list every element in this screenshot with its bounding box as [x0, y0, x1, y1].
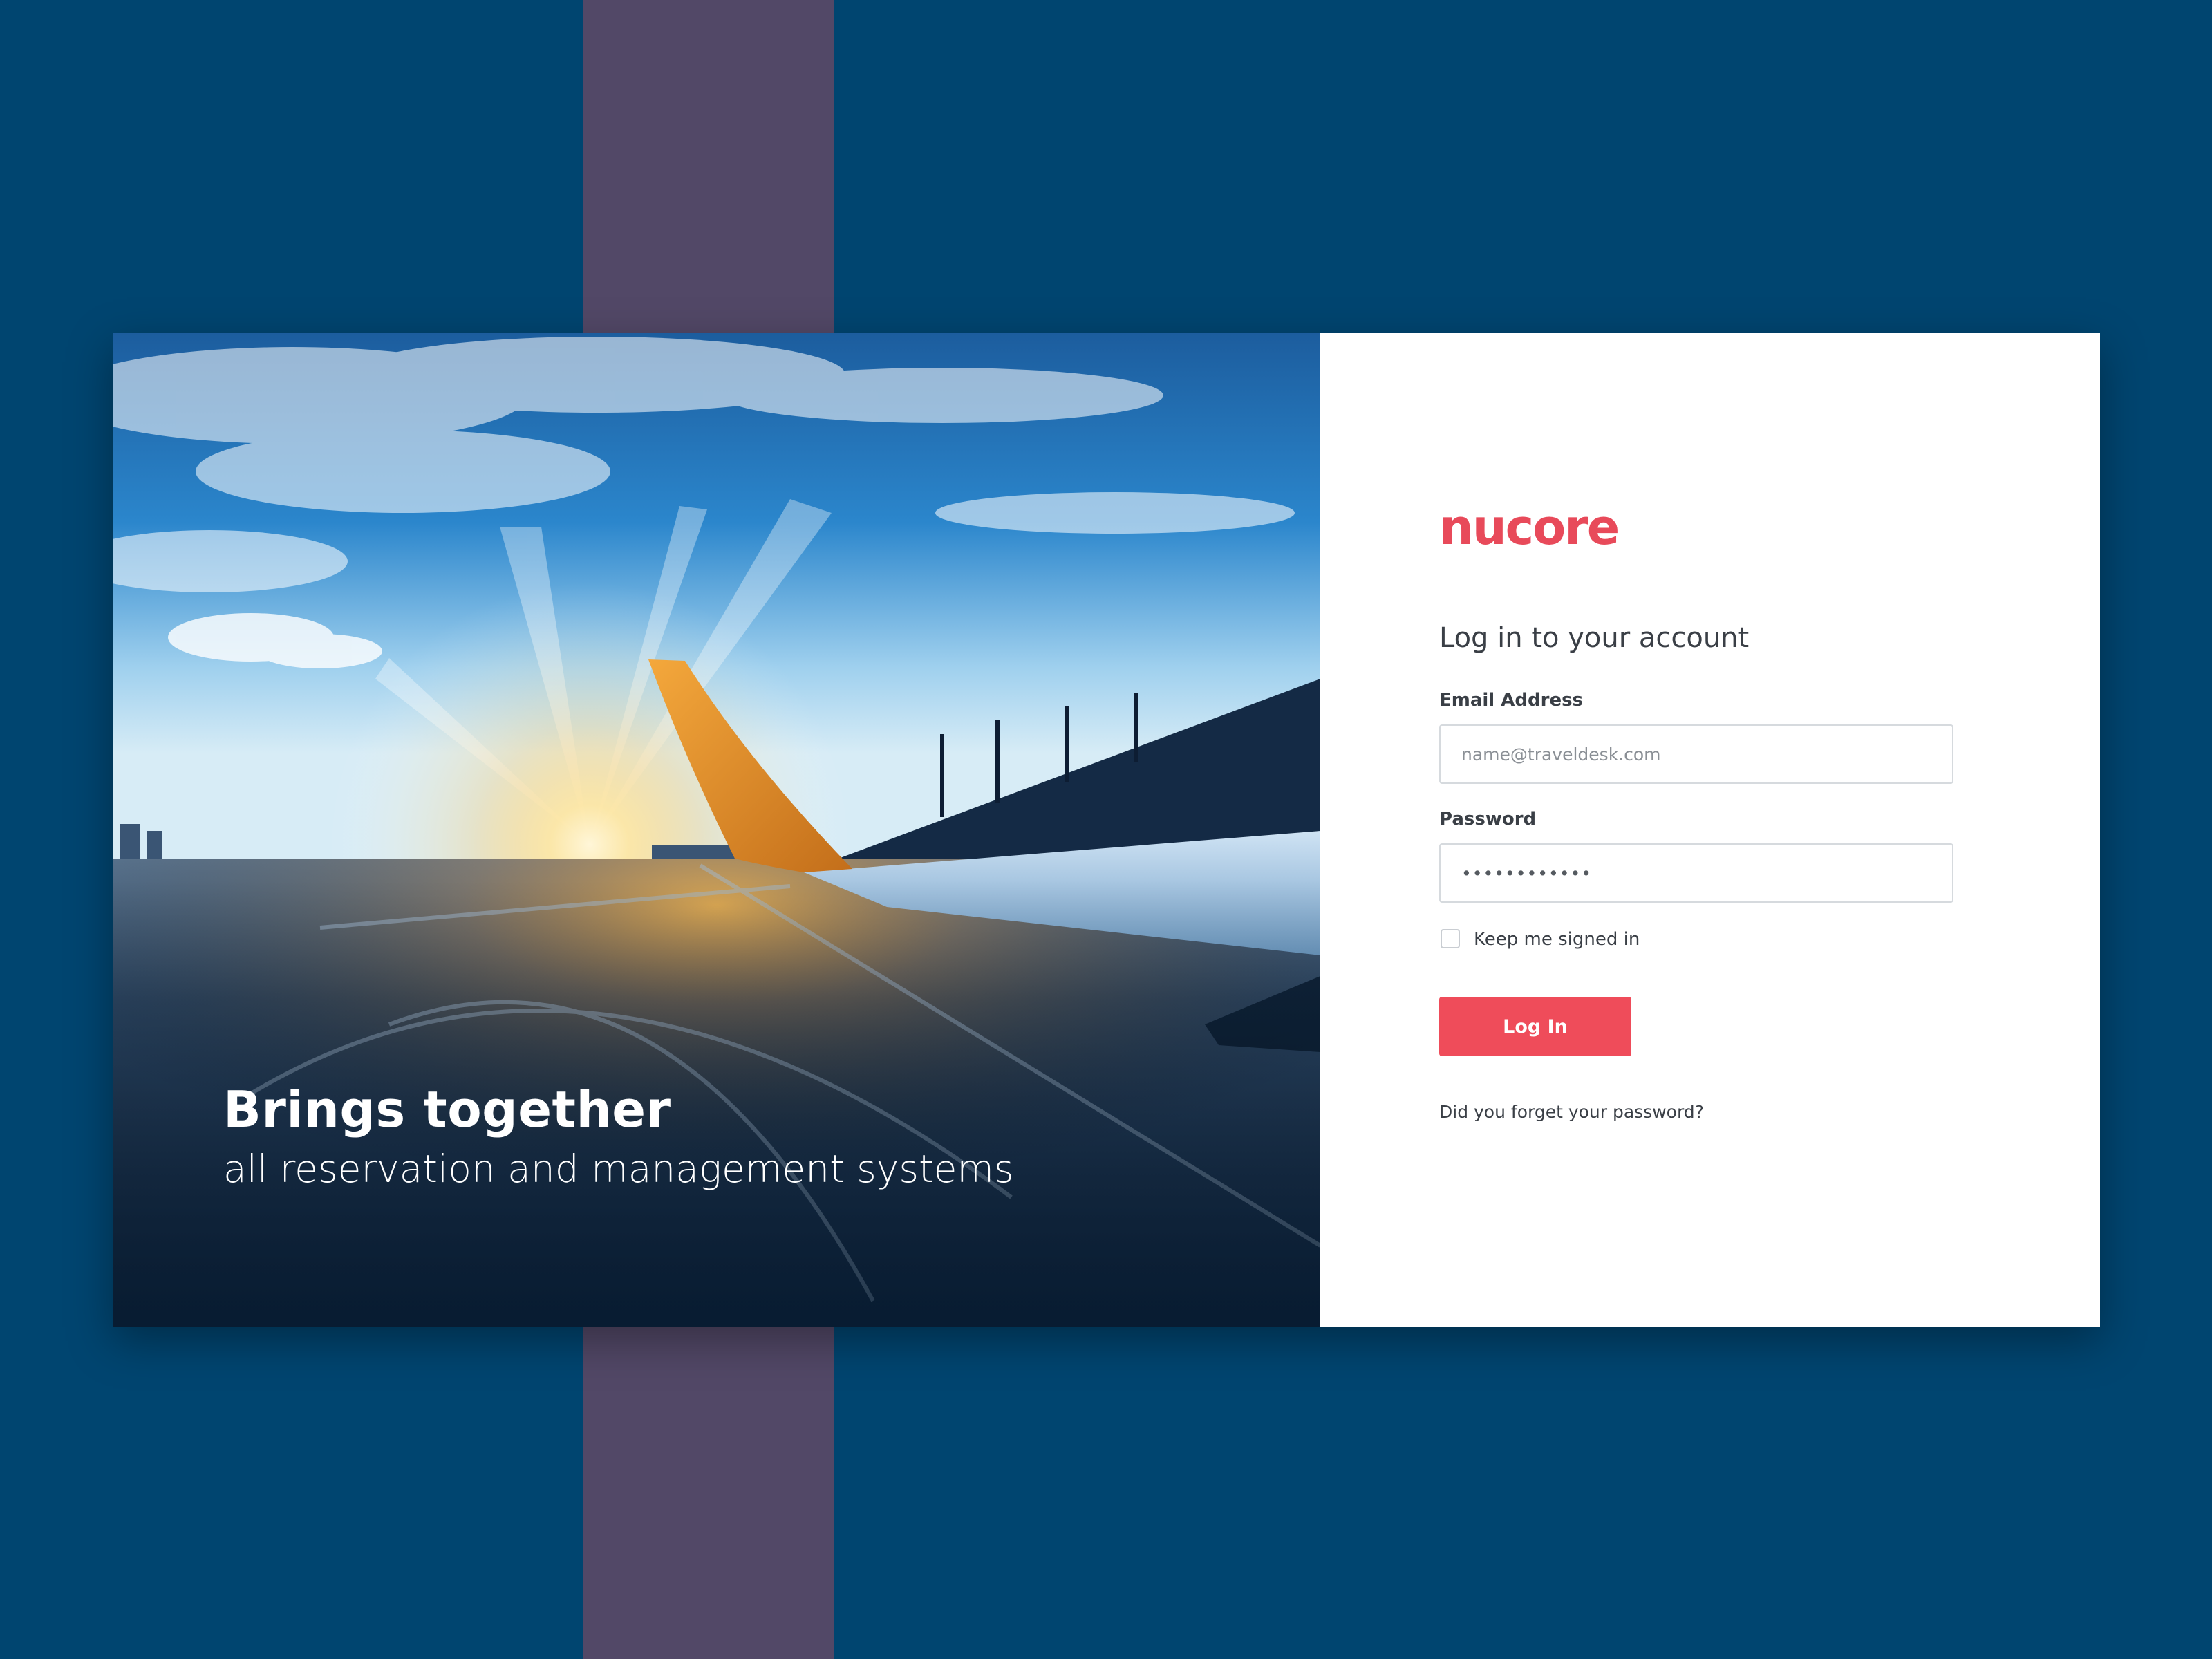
password-label: Password	[1439, 809, 1537, 830]
keep-signed-in-label[interactable]: Keep me signed in	[1474, 929, 1640, 950]
keep-signed-in-checkbox[interactable]	[1441, 929, 1460, 948]
login-heading: Log in to your account	[1439, 622, 1750, 654]
login-panel: nucore Log in to your account Email Addr…	[1320, 333, 2100, 1327]
hero-panel: Brings together all reservation and mana…	[113, 333, 1320, 1327]
hero-subtitle: all reservation and management systems	[223, 1147, 1014, 1192]
login-card: Brings together all reservation and mana…	[113, 333, 2100, 1327]
password-input[interactable]	[1439, 843, 1953, 903]
email-label: Email Address	[1439, 690, 1584, 711]
nucore-logo: nucore	[1439, 499, 1620, 556]
login-button[interactable]: Log In	[1439, 997, 1631, 1056]
hero-title: Brings together	[223, 1080, 671, 1138]
hero-text: Brings together all reservation and mana…	[223, 1080, 1014, 1194]
forgot-password-link[interactable]: Did you forget your password?	[1439, 1102, 1704, 1122]
email-input[interactable]	[1439, 724, 1953, 784]
